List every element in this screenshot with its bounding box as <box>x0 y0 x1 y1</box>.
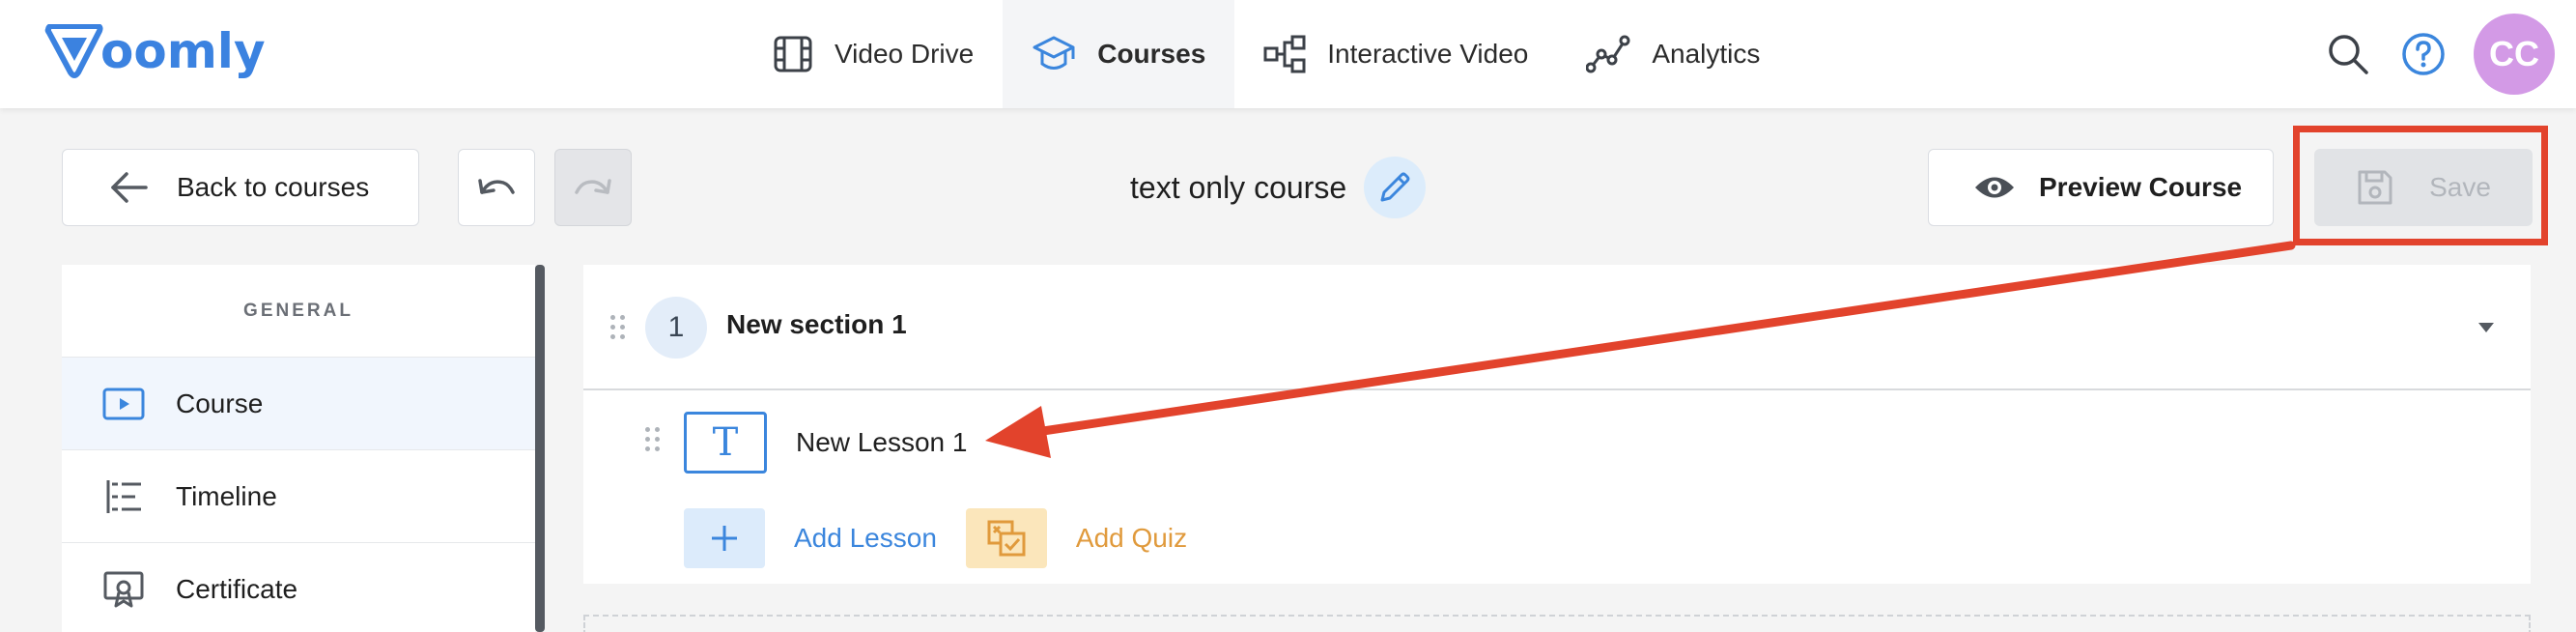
course-outline: 1 New section 1 T New Lesson 1 Add Lesso… <box>583 265 2531 584</box>
redo-icon <box>575 179 611 194</box>
nav-analytics[interactable]: Analytics <box>1557 0 1789 108</box>
settings-sidebar: GENERAL Course Timeline Certificate <box>62 265 535 632</box>
section-number: 1 <box>645 297 707 359</box>
sidebar-item-timeline[interactable]: Timeline <box>62 450 535 543</box>
sidebar-scrollbar[interactable] <box>535 265 545 632</box>
user-avatar[interactable]: CC <box>2474 14 2555 95</box>
arrow-left-icon <box>111 172 148 203</box>
sidebar-item-label: Course <box>176 388 264 418</box>
edit-title-button[interactable] <box>1364 157 1426 218</box>
help-button[interactable] <box>2398 29 2449 79</box>
sidebar-item-label: Certificate <box>176 573 298 604</box>
drag-handle-icon[interactable] <box>645 427 660 451</box>
search-icon <box>2329 35 2368 74</box>
drag-handle-icon[interactable] <box>610 315 625 339</box>
logo-wordmark: oomly <box>100 23 266 79</box>
nav-interactive-video[interactable]: Interactive Video <box>1234 0 1557 108</box>
voomly-logo[interactable]: oomly <box>44 17 266 85</box>
nav-label: Interactive Video <box>1327 39 1529 69</box>
graduation-cap-icon <box>1033 36 1075 70</box>
preview-course-button[interactable]: Preview Course <box>1928 149 2274 226</box>
sidebar-item-certificate[interactable]: Certificate <box>62 543 535 632</box>
section-header[interactable]: 1 New section 1 <box>583 265 2531 390</box>
add-section-dropzone[interactable] <box>583 615 2531 632</box>
top-navigation-bar: oomly Video Drive Courses Interactive Vi… <box>0 0 2576 108</box>
add-quiz-tile[interactable] <box>965 508 1047 568</box>
nav-label: Analytics <box>1652 39 1761 69</box>
add-content-row: Add Lesson Add Quiz <box>684 508 1187 568</box>
redo-button[interactable] <box>554 149 632 226</box>
lesson-title: New Lesson 1 <box>796 427 968 457</box>
video-icon <box>102 388 145 419</box>
nav-label: Courses <box>1097 39 1206 69</box>
add-lesson-tile[interactable] <box>684 508 765 568</box>
film-icon <box>774 36 812 72</box>
caret-down-icon[interactable] <box>2477 321 2496 334</box>
text-lesson-icon: T <box>684 412 767 474</box>
pencil-icon <box>1380 172 1410 202</box>
plus-icon <box>712 526 737 551</box>
nav-video-drive[interactable]: Video Drive <box>744 0 1003 108</box>
add-quiz-button[interactable]: Add Quiz <box>1076 523 1187 554</box>
quiz-icon <box>987 520 1026 557</box>
floppy-disk-icon <box>2358 170 2392 205</box>
back-label: Back to courses <box>177 172 370 202</box>
add-lesson-button[interactable]: Add Lesson <box>794 523 937 554</box>
timeline-icon <box>106 479 141 513</box>
course-title: text only course <box>1130 169 1347 205</box>
logo-v-icon <box>44 24 103 78</box>
undo-button[interactable] <box>458 149 535 226</box>
section-title: New section 1 <box>726 309 907 339</box>
nav-label: Video Drive <box>835 39 975 69</box>
nav-courses[interactable]: Courses <box>1003 0 1235 108</box>
back-to-courses-button[interactable]: Back to courses <box>62 149 419 226</box>
sidebar-item-label: Timeline <box>176 480 277 511</box>
sidebar-header: GENERAL <box>62 265 535 358</box>
main-nav: Video Drive Courses Interactive Video An… <box>744 0 1789 108</box>
line-chart-icon <box>1586 35 1630 73</box>
preview-label: Preview Course <box>2039 172 2243 202</box>
eye-icon <box>1975 177 2014 198</box>
certificate-icon <box>103 571 144 607</box>
flowchart-icon <box>1263 35 1306 73</box>
save-label: Save <box>2429 172 2491 202</box>
sidebar-item-course[interactable]: Course <box>62 358 535 450</box>
top-right-controls: CC <box>2323 0 2555 108</box>
help-icon <box>2402 33 2445 75</box>
lesson-item[interactable]: T New Lesson 1 <box>583 390 2531 487</box>
search-button[interactable] <box>2323 29 2373 79</box>
save-button[interactable]: Save <box>2314 149 2533 226</box>
undo-icon <box>478 179 515 194</box>
